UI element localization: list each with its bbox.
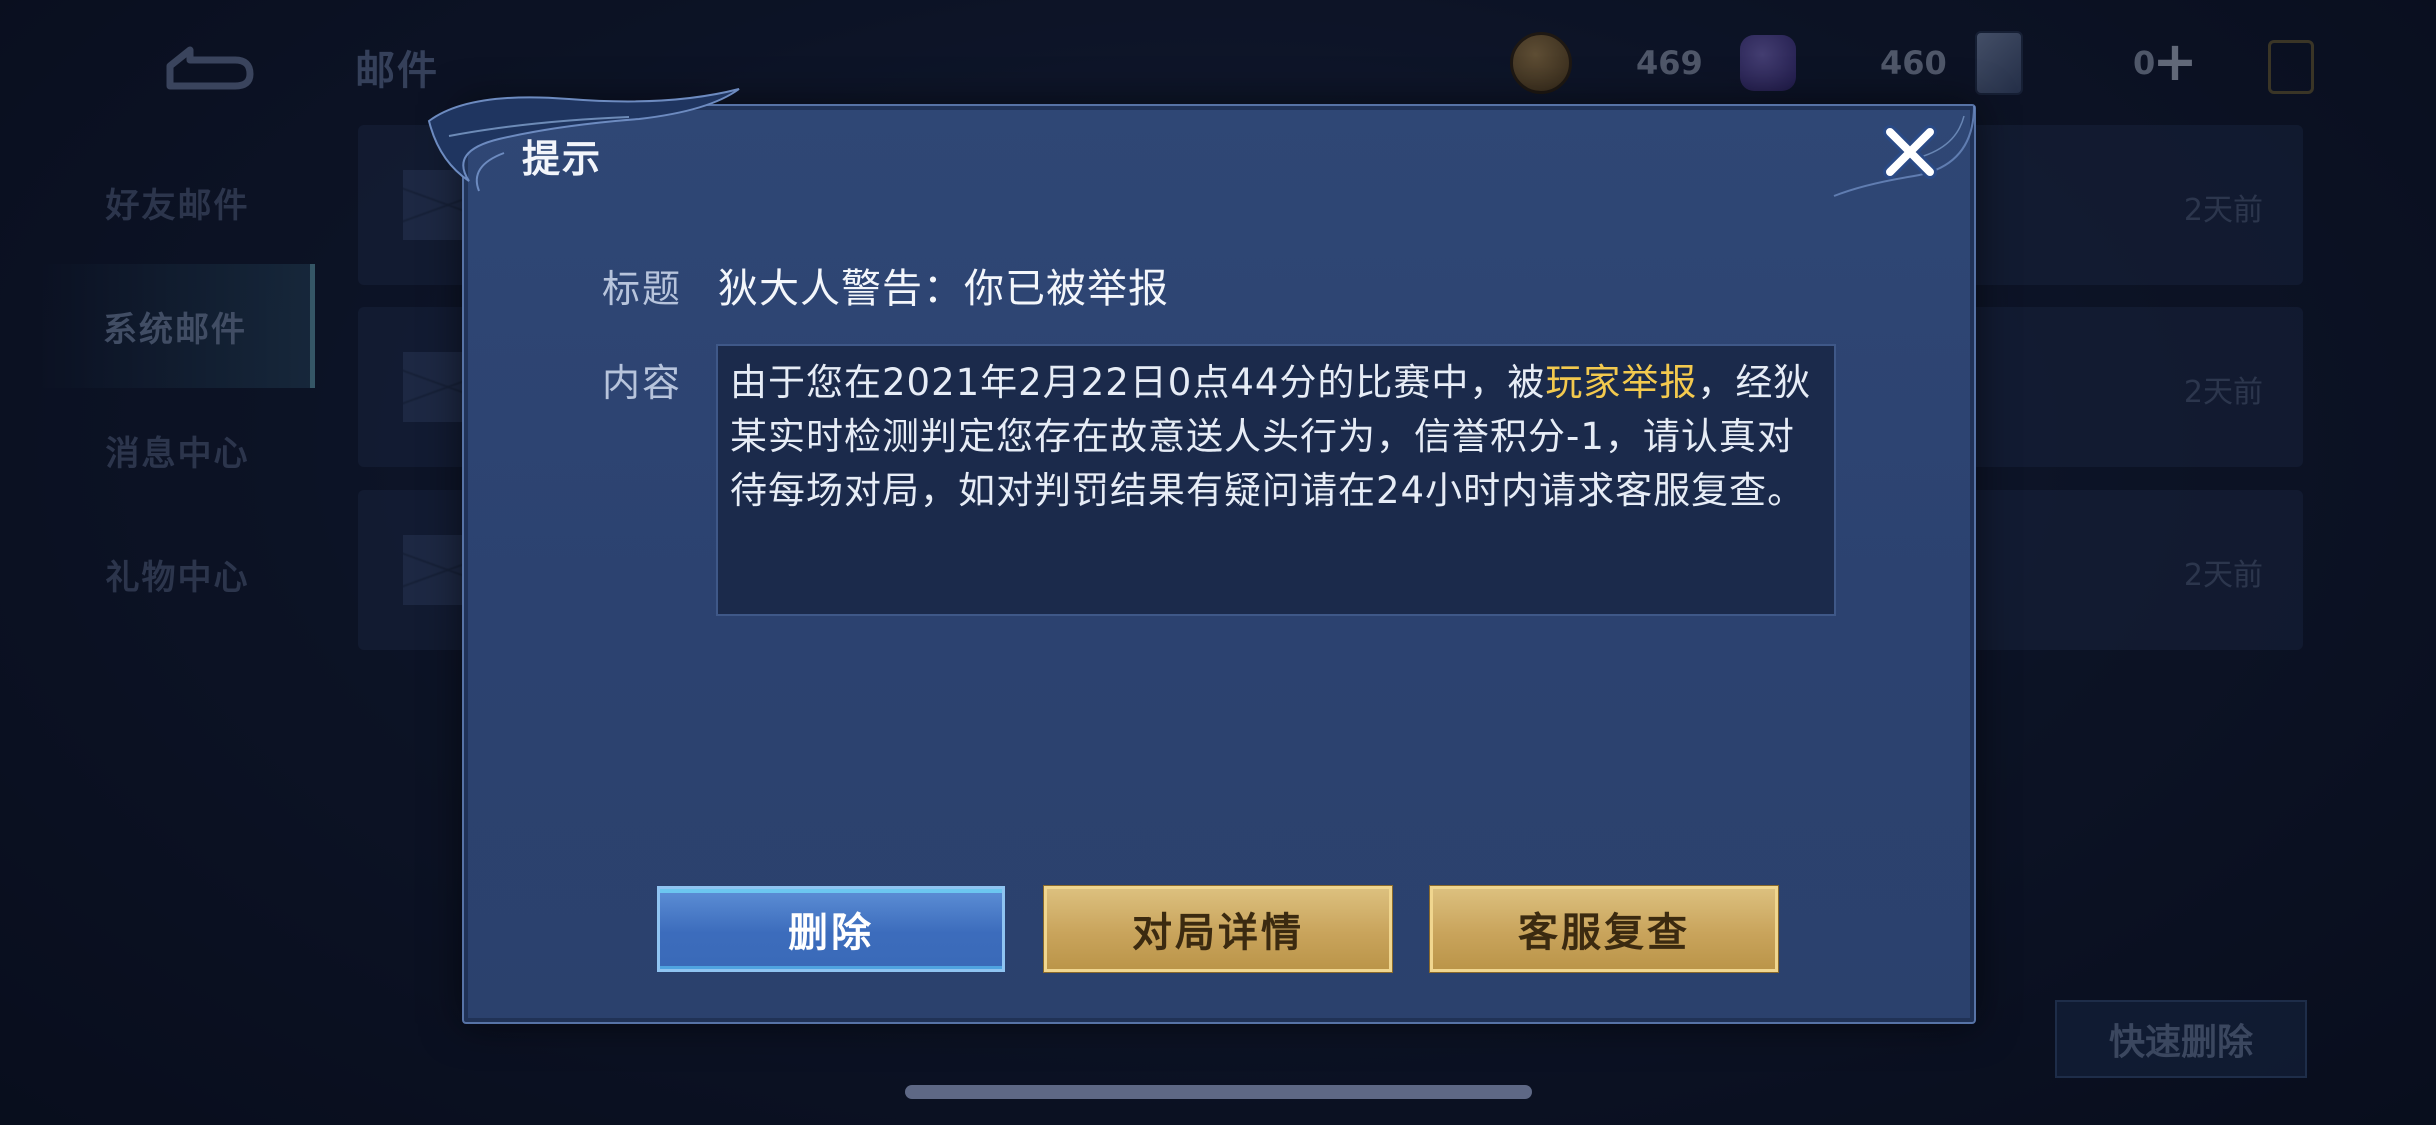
card-icon	[1975, 31, 2023, 95]
gem-amount: 460	[1880, 44, 1947, 82]
mail-time: 2天前	[2183, 558, 2263, 593]
subject-label: 标题	[602, 267, 683, 311]
quick-delete-button[interactable]: 快速删除	[2055, 1000, 2307, 1078]
dialog-title: 提示	[522, 137, 603, 181]
sidebar-item-gift-center[interactable]: 礼物中心	[40, 512, 315, 636]
gold-currency: 469	[1510, 30, 1703, 96]
notice-dialog: 提示 标题 狄大人警告：你已被举报 内容 由于您在2021年2月22日0点44分…	[427, 88, 1976, 1024]
sidebar: 好友邮件 系统邮件 消息中心 礼物中心	[40, 140, 315, 636]
mail-subject: 狄大人警告：你已被举报	[718, 266, 1169, 312]
sidebar-item-message-center[interactable]: 消息中心	[40, 388, 315, 512]
gem-currency: 460	[1740, 30, 1947, 96]
match-details-button[interactable]: 对局详情	[1044, 886, 1392, 972]
close-icon	[1883, 125, 1937, 179]
plus-icon[interactable]: +	[2150, 35, 2200, 89]
content-text: 由于您在2021年2月22日0点44分的比赛中，被	[730, 361, 1546, 404]
gold-coin-icon	[1510, 32, 1572, 94]
swirl-ornament-icon	[427, 88, 740, 192]
delete-button[interactable]: 删除	[657, 886, 1005, 972]
mail-content: 由于您在2021年2月22日0点44分的比赛中，被玩家举报，经狄某实时检测判定您…	[716, 344, 1836, 616]
gem-icon	[1740, 35, 1796, 91]
home-indicator[interactable]	[905, 1085, 1532, 1099]
mail-time: 2天前	[2183, 375, 2263, 410]
content-highlight: 玩家举报	[1545, 361, 1698, 404]
sidebar-item-friend-mail[interactable]: 好友邮件	[40, 140, 315, 264]
gold-amount: 469	[1636, 44, 1703, 82]
sidebar-item-system-mail[interactable]: 系统邮件	[40, 264, 315, 388]
service-review-button[interactable]: 客服复查	[1430, 886, 1778, 972]
back-button[interactable]	[150, 28, 260, 98]
content-label: 内容	[602, 361, 683, 405]
bag-icon[interactable]	[2268, 40, 2314, 94]
back-arrow-icon	[166, 46, 254, 90]
card-currency: 0	[1975, 30, 2155, 96]
close-button[interactable]	[1874, 116, 1946, 188]
mail-time: 2天前	[2183, 193, 2263, 228]
